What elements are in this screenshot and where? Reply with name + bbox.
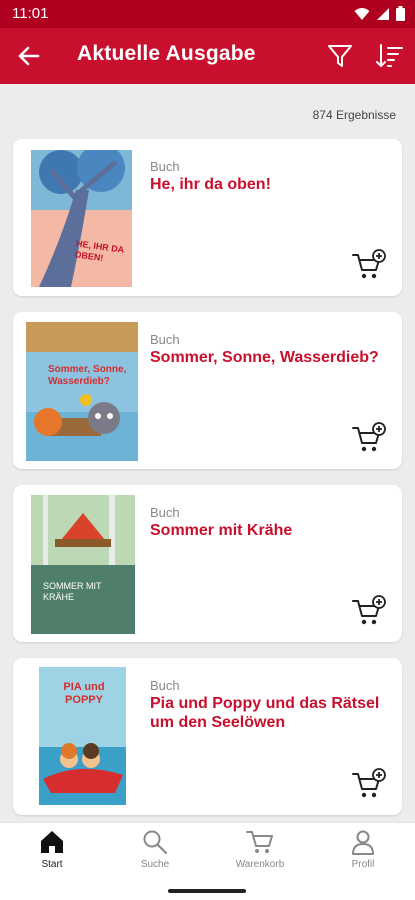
cover-text: Sommer, Sonne, Wasserdieb? xyxy=(48,364,127,387)
nav-start[interactable]: Start xyxy=(12,829,92,870)
status-bar: 11:01 xyxy=(0,0,415,28)
book-type: Buch xyxy=(150,505,180,520)
profile-icon xyxy=(352,830,374,855)
nav-search[interactable]: Suche xyxy=(115,829,195,870)
cover-text: PIA und POPPY xyxy=(63,681,105,706)
filter-icon[interactable] xyxy=(326,42,354,70)
cover-illustration xyxy=(31,150,132,287)
add-to-cart-icon[interactable] xyxy=(351,595,387,627)
book-cover[interactable]: HE, IHR DA OBEN! xyxy=(31,150,132,287)
book-card[interactable]: PIA und POPPY Buch Pia und Poppy und das… xyxy=(13,658,402,815)
book-title[interactable]: Sommer, Sonne, Wasserdieb? xyxy=(150,348,395,367)
status-time: 11:01 xyxy=(12,5,49,22)
nav-label: Start xyxy=(41,859,63,870)
app-bar: Aktuelle Ausgabe xyxy=(0,28,415,84)
book-type: Buch xyxy=(150,159,180,174)
nav-profile[interactable]: Profil xyxy=(323,829,403,870)
add-to-cart-icon[interactable] xyxy=(351,768,387,800)
add-to-cart-icon[interactable] xyxy=(351,422,387,454)
book-card[interactable]: Sommer, Sonne, Wasserdieb? Buch Sommer, … xyxy=(13,312,402,469)
book-card[interactable]: HE, IHR DA OBEN! Buch He, ihr da oben! xyxy=(13,139,402,296)
add-to-cart-icon[interactable] xyxy=(351,249,387,281)
home-icon xyxy=(41,831,63,853)
book-cover[interactable]: SOMMER MIT KRÄHE xyxy=(31,495,135,634)
wifi-icon xyxy=(354,7,370,20)
battery-icon xyxy=(396,6,405,21)
cover-illustration xyxy=(26,322,138,461)
cover-illustration xyxy=(31,495,135,634)
nav-label: Warenkorb xyxy=(235,859,285,870)
signal-icon xyxy=(377,7,389,20)
nav-cart[interactable]: Warenkorb xyxy=(220,829,300,870)
page-title: Aktuelle Ausgabe xyxy=(77,42,256,65)
book-cover[interactable]: PIA und POPPY xyxy=(39,667,126,805)
book-type: Buch xyxy=(150,678,180,693)
book-card[interactable]: SOMMER MIT KRÄHE Buch Sommer mit Krähe xyxy=(13,485,402,642)
back-arrow-icon[interactable] xyxy=(14,42,44,70)
status-icons xyxy=(354,6,405,21)
nav-label: Profil xyxy=(351,859,375,870)
book-type: Buch xyxy=(150,332,180,347)
sort-icon[interactable] xyxy=(374,42,404,70)
book-title[interactable]: He, ihr da oben! xyxy=(150,175,395,194)
search-icon xyxy=(143,830,168,855)
book-title[interactable]: Pia und Poppy und das Rätsel um den Seel… xyxy=(150,694,395,732)
cover-text: SOMMER MIT KRÄHE xyxy=(43,581,102,602)
results-count: 874 Ergebnisse xyxy=(312,108,396,122)
cart-icon xyxy=(246,831,273,853)
gesture-home-bar[interactable] xyxy=(168,889,246,893)
nav-label: Suche xyxy=(140,859,170,870)
book-title[interactable]: Sommer mit Krähe xyxy=(150,521,395,540)
book-cover[interactable]: Sommer, Sonne, Wasserdieb? xyxy=(26,322,138,461)
